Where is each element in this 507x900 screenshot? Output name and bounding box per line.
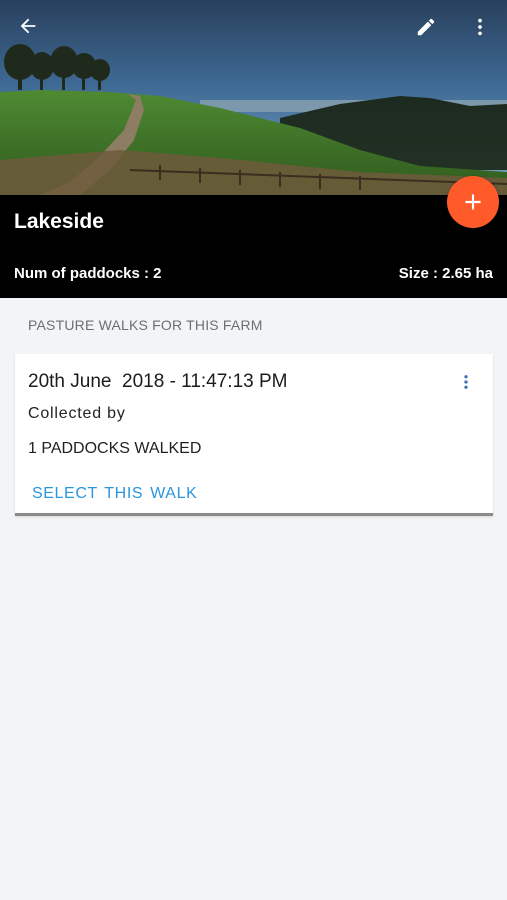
edit-button[interactable] xyxy=(406,7,446,47)
plus-icon xyxy=(465,194,481,210)
walk-card: 20th June 2018 - 11:47:13 PM Collected b… xyxy=(15,354,493,516)
farm-summary-bar: Lakeside Num of paddocks : 2 Size : 2.65… xyxy=(0,195,507,298)
walk-collected-by: Collected by xyxy=(28,405,126,422)
walk-date: 20th June 2018 - 11:47:13 PM xyxy=(28,371,288,392)
walk-menu-button[interactable] xyxy=(455,368,477,396)
paddock-count: Num of paddocks : 2 xyxy=(14,265,162,282)
farm-size: Size : 2.65 ha xyxy=(398,265,493,282)
more-vert-icon xyxy=(478,18,482,36)
more-options-button[interactable] xyxy=(460,7,500,47)
section-heading: PASTURE WALKS FOR THIS FARM xyxy=(28,317,263,333)
walk-paddocks-walked: 1 PADDOCKS WALKED xyxy=(28,440,202,457)
pencil-icon xyxy=(417,18,435,36)
more-vert-icon xyxy=(464,375,468,389)
farm-name: Lakeside xyxy=(14,210,104,233)
arrow-back-icon xyxy=(20,18,36,34)
select-walk-button[interactable]: SELECT THIS WALK xyxy=(32,485,197,503)
back-button[interactable] xyxy=(8,6,48,46)
farm-header-image xyxy=(0,0,507,195)
add-walk-button[interactable] xyxy=(447,176,499,228)
